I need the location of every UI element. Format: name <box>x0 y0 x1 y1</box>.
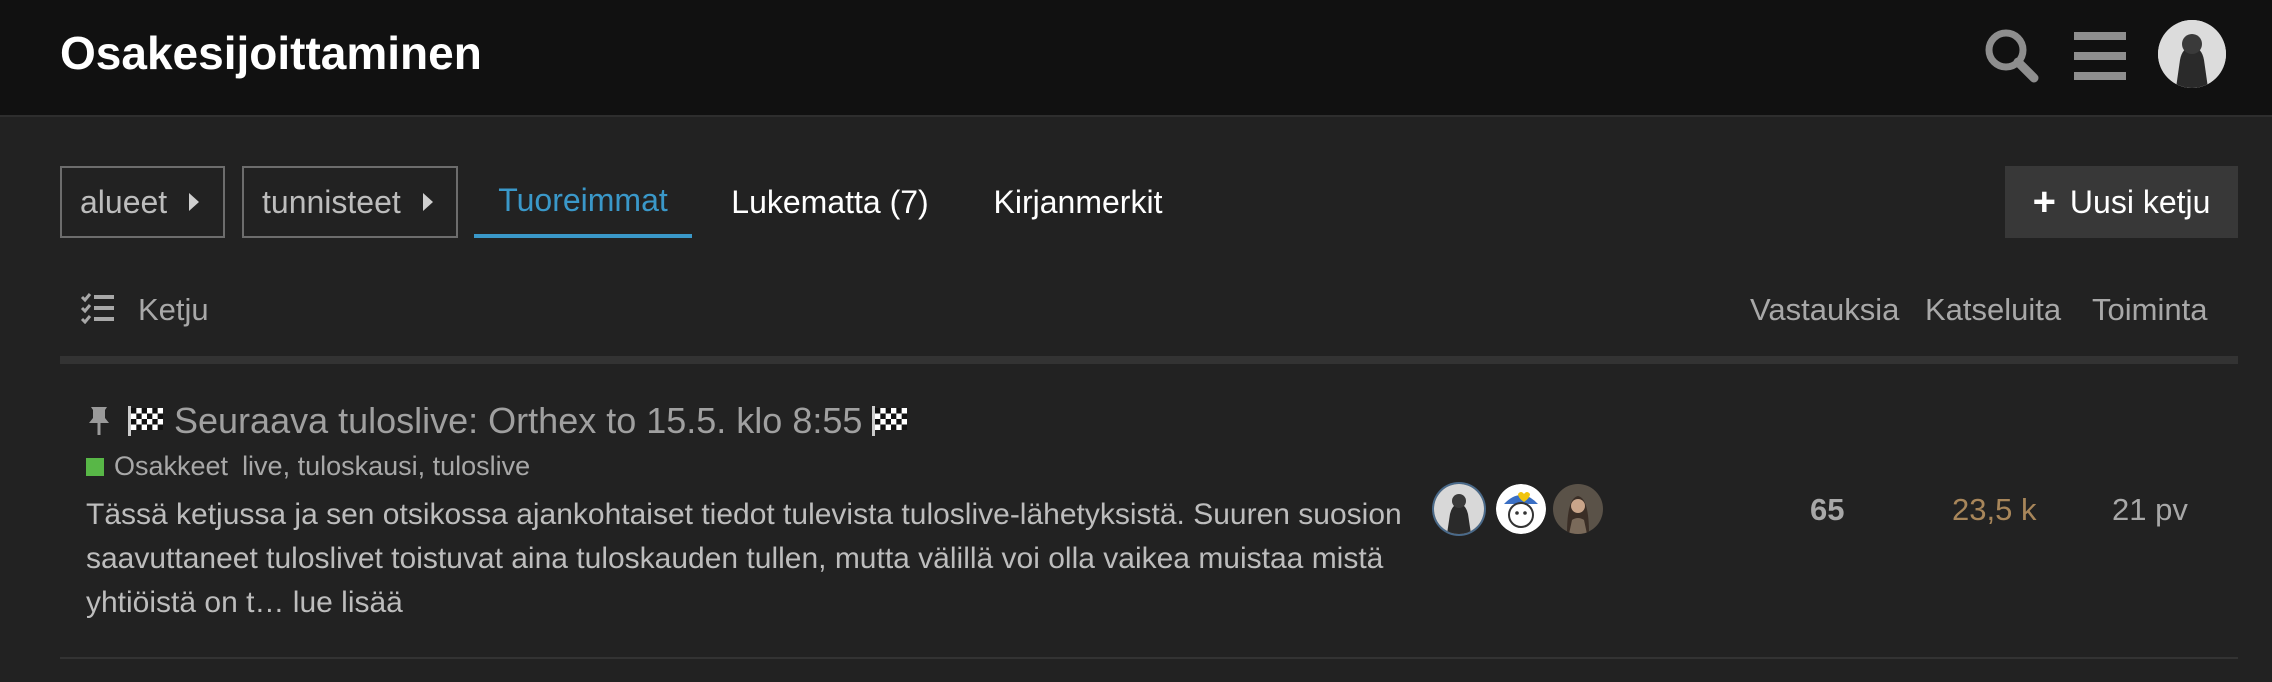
new-topic-button[interactable]: + Uusi ketju <box>2005 166 2238 238</box>
topic-tags[interactable]: live, tuloskausi, tuloslive <box>242 451 530 482</box>
column-header-topic[interactable]: Ketju <box>138 292 209 328</box>
new-topic-label: Uusi ketju <box>2069 183 2211 220</box>
tab-unread[interactable]: Lukematta (7) <box>712 166 948 238</box>
poster-avatar[interactable] <box>1553 484 1603 534</box>
read-more-link[interactable]: lue lisää <box>293 586 403 619</box>
column-header-replies[interactable]: Vastauksia <box>1750 292 1899 328</box>
tab-latest[interactable]: Tuoreimmat <box>474 166 692 238</box>
column-header-views[interactable]: Katseluita <box>1925 292 2061 328</box>
site-title[interactable]: Osakesijoittaminen <box>60 26 482 80</box>
tab-bookmarks[interactable]: Kirjanmerkit <box>976 166 1180 238</box>
topic-category-row: Osakkeet live, tuloskausi, tuloslive <box>86 451 530 482</box>
categories-dropdown-label: alueet <box>80 183 168 220</box>
topic-replies-count[interactable]: 65 <box>1810 492 1844 528</box>
topic-title[interactable]: Seuraava tuloslive: Orthex to 15.5. klo … <box>174 400 862 442</box>
topic-excerpt: Tässä ketjussa ja sen otsikossa ajankoht… <box>86 493 1406 625</box>
column-header-activity[interactable]: Toiminta <box>2092 292 2207 328</box>
checkered-flag-icon <box>128 406 163 436</box>
table-header-divider <box>60 356 2238 364</box>
checkered-flag-icon <box>872 406 908 436</box>
search-icon[interactable] <box>1981 26 2041 86</box>
topic-views-count: 23,5 k <box>1952 492 2037 527</box>
hamburger-menu-icon[interactable] <box>2070 26 2130 86</box>
user-avatar[interactable] <box>2158 20 2226 88</box>
topic-title-line: Seuraava tuloslive: Orthex to 15.5. klo … <box>86 400 918 442</box>
row-divider <box>60 657 2238 659</box>
poster-avatar[interactable] <box>1434 484 1484 534</box>
topic-activity[interactable]: 21 pv <box>2112 492 2188 528</box>
caret-right-icon <box>189 193 200 211</box>
caret-right-icon <box>422 193 433 211</box>
category-color-badge <box>86 457 104 476</box>
topic-excerpt-text: Tässä ketjussa ja sen otsikossa ajankoht… <box>86 498 1402 619</box>
tags-dropdown[interactable]: tunnisteet <box>242 166 458 238</box>
poster-avatar[interactable] <box>1496 484 1546 534</box>
site-header: Osakesijoittaminen <box>0 0 2272 117</box>
bulk-select-icon[interactable] <box>80 292 116 324</box>
category-link[interactable]: Osakkeet <box>114 451 228 482</box>
categories-dropdown[interactable]: alueet <box>60 166 225 238</box>
plus-icon: + <box>2032 180 2056 224</box>
tags-dropdown-label: tunnisteet <box>262 183 401 220</box>
pin-icon <box>89 407 109 435</box>
